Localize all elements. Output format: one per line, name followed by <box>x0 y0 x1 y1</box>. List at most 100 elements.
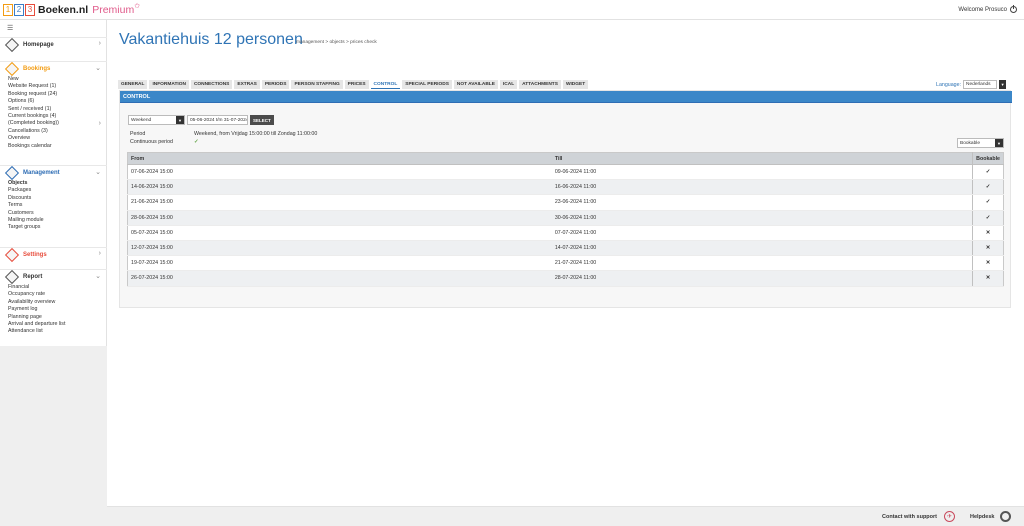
panel-header: CONTROL <box>120 91 1012 103</box>
tab-not-available[interactable]: NOT AVAILABLE <box>453 80 498 89</box>
sidebar-link[interactable]: Terms <box>8 202 107 209</box>
sidebar-item-report[interactable]: Report <box>23 274 42 280</box>
sidebar-link[interactable]: Arrival and departure list <box>8 321 107 328</box>
sidebar-link[interactable]: Sent / received (1) <box>8 106 107 113</box>
sidebar-link[interactable]: (Completed booking)) › <box>8 120 107 127</box>
cell-till: 09-06-2024 11:00 <box>551 164 973 181</box>
logo-premium: Premium <box>92 3 135 16</box>
chevron-down-icon[interactable]: ⌄ <box>95 168 101 176</box>
cell-from: 28-06-2024 15:00 <box>127 210 552 226</box>
cross-icon: ✕ <box>972 225 1004 241</box>
sidebar-link[interactable]: Current bookings (4) <box>8 113 107 120</box>
sidebar-link[interactable]: Availability overview <box>8 299 107 306</box>
sidebar-item-bookings[interactable]: Bookings <box>23 66 50 72</box>
main-content: Vakantiehuis 12 personen management > ob… <box>107 20 1024 506</box>
control-panel: CONTROL Weekend ▼ 05-06-2024 t/m 31-07-2… <box>119 90 1012 308</box>
sidebar-section-management: Management ⌄ Objects Packages Discounts … <box>0 165 107 232</box>
user-menu[interactable]: Welcome Prosuco <box>958 5 1017 13</box>
check-icon: ✓ <box>972 210 1004 226</box>
period-type-select[interactable]: Weekend ▼ <box>128 115 185 125</box>
tab-connections[interactable]: CONNECTIONS <box>190 80 233 89</box>
power-icon[interactable] <box>1010 5 1017 13</box>
tab-prices[interactable]: PRICES <box>344 80 369 89</box>
tab-person-staffing[interactable]: PERSON STAFFING <box>291 80 343 89</box>
tab-control[interactable]: CONTROL <box>370 80 401 89</box>
sidebar-link[interactable]: Target groups <box>8 224 107 231</box>
rocket-icon[interactable]: ✈ <box>944 511 955 522</box>
chevron-down-icon[interactable]: ⌄ <box>95 272 101 280</box>
tab-ical[interactable]: ICAL <box>499 80 518 89</box>
sidebar-item-management[interactable]: Management <box>23 170 60 176</box>
cross-icon: ✕ <box>972 270 1004 287</box>
chevron-right-icon[interactable]: › <box>99 120 101 127</box>
chevron-down-icon[interactable]: ⌄ <box>95 64 101 72</box>
table-row: 14-06-2024 15:00 16-06-2024 11:00 ✓ <box>127 179 1004 196</box>
cell-till: 23-06-2024 11:00 <box>551 194 973 211</box>
sidebar-link[interactable]: Packages <box>8 187 107 194</box>
home-icon <box>4 37 20 53</box>
sidebar-item-settings[interactable]: Settings <box>23 252 47 258</box>
logo-star-icon: ✩ <box>134 2 141 10</box>
column-header-till: Till <box>551 152 973 165</box>
sidebar-link[interactable]: Booking request (24) <box>8 91 107 98</box>
sidebar-link[interactable]: Overview <box>8 135 107 142</box>
tab-periods[interactable]: PERIODS <box>261 80 290 89</box>
contact-support-link[interactable]: Contact with support <box>882 514 937 520</box>
menu-toggle-icon[interactable]: ☰ <box>7 24 13 32</box>
column-header-from: From <box>127 152 552 165</box>
sidebar-link[interactable]: Attendance list <box>8 328 107 335</box>
period-info: Period Weekend, from Vrijdag 15:00:00 ti… <box>130 130 317 146</box>
cell-from: 19-07-2024 15:00 <box>127 255 552 272</box>
period-value: Weekend, from Vrijdag 15:00:00 till Zond… <box>194 131 318 137</box>
sidebar-link[interactable]: Mailing module <box>8 217 107 224</box>
sidebar-link[interactable]: Objects <box>8 180 107 187</box>
sidebar-section-homepage[interactable]: Homepage › <box>0 37 107 53</box>
report-icon <box>4 269 20 285</box>
sidebar-link[interactable]: Cancellations (3) <box>8 128 107 135</box>
sidebar-section-settings[interactable]: Settings › <box>0 247 107 263</box>
table-row: 26-07-2024 15:00 28-07-2024 11:00 ✕ <box>127 270 1004 287</box>
tab-general[interactable]: GENERAL <box>118 80 148 89</box>
continuous-period-label: Continuous period <box>130 139 173 145</box>
sidebar-link[interactable]: Bookings calendar <box>8 143 107 150</box>
chevron-down-icon: ▼ <box>176 116 184 124</box>
tab-special-periods[interactable]: SPECIAL PERIODS <box>402 80 452 89</box>
tab-extras[interactable]: EXTRAS <box>234 80 260 89</box>
tab-information[interactable]: INFORMATION <box>149 80 189 89</box>
cross-icon: ✕ <box>972 240 1004 257</box>
page-title: Vakantiehuis 12 personen <box>119 31 303 48</box>
breadcrumb[interactable]: management > objects > prices check <box>296 40 377 45</box>
sidebar-link[interactable]: Customers <box>8 210 107 217</box>
chevron-down-icon[interactable]: ▼ <box>999 80 1007 89</box>
language-select[interactable]: Nederlands <box>963 80 998 89</box>
tab-attachments[interactable]: ATTACHMENTS <box>519 80 561 89</box>
sidebar-link[interactable]: Discounts <box>8 195 107 202</box>
lifebuoy-icon[interactable] <box>1000 511 1011 522</box>
logo[interactable]: 1 2 3 Boeken.nl Premium ✩ <box>3 3 140 16</box>
tab-bar: GENERAL INFORMATION CONNECTIONS EXTRAS P… <box>118 80 589 89</box>
sidebar-item-homepage[interactable]: Homepage <box>23 42 54 48</box>
welcome-text: Welcome Prosuco <box>958 6 1007 13</box>
chevron-right-icon[interactable]: › <box>99 40 101 47</box>
cell-from: 21-06-2024 15:00 <box>127 194 552 211</box>
sidebar-link[interactable]: Financial <box>8 284 107 291</box>
sidebar-link[interactable]: Occupancy rate <box>8 291 107 298</box>
sidebar-link[interactable]: Options (6) <box>8 98 107 105</box>
language-label: Language: <box>936 81 962 88</box>
chevron-right-icon[interactable]: › <box>99 250 101 257</box>
sidebar-link[interactable]: Payment log <box>8 306 107 313</box>
check-icon: ✓ <box>972 194 1004 211</box>
select-button[interactable]: SELECT <box>250 115 274 125</box>
helpdesk-link[interactable]: Helpdesk <box>970 514 994 520</box>
tab-widget[interactable]: WIDGET <box>562 80 589 89</box>
logo-digit-2: 2 <box>14 3 24 16</box>
periods-table: From Till Bookable 07-06-2024 15:00 09-0… <box>127 152 1004 287</box>
cell-till: 30-06-2024 11:00 <box>551 210 973 226</box>
sidebar-link[interactable]: Planning page <box>8 314 107 321</box>
bookable-filter-select[interactable]: Bookable ▼ <box>957 138 1004 148</box>
cell-till: 28-07-2024 11:00 <box>551 270 973 287</box>
date-range-input[interactable]: 05-06-2024 t/m 31-07-2024 <box>187 115 248 125</box>
table-row: 28-06-2024 15:00 30-06-2024 11:00 ✓ <box>127 210 1004 226</box>
sidebar-link[interactable]: New <box>8 76 107 83</box>
sidebar-link[interactable]: Website Request (1) <box>8 83 107 90</box>
